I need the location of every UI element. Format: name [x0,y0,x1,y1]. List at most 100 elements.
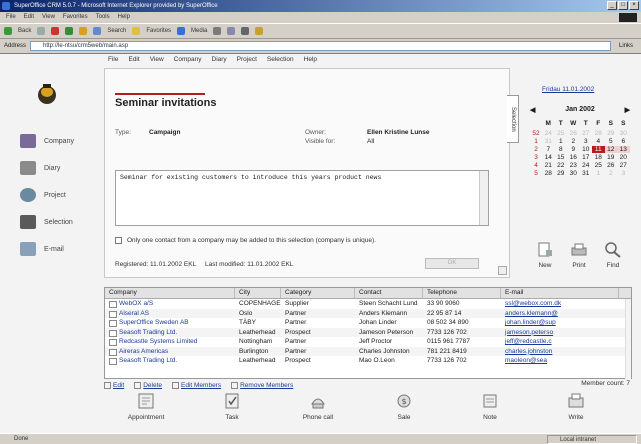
app-menu-project[interactable]: Project [237,56,257,63]
col-email[interactable]: E-mail [501,288,619,298]
app-menu-view[interactable]: View [150,56,164,63]
cell-company[interactable]: Aireras Americas [105,347,235,357]
week-number[interactable]: 3 [530,154,542,161]
app-menu-file[interactable]: File [108,56,118,63]
calendar-day[interactable]: 3 [580,138,593,145]
calendar-day[interactable]: 8 [555,146,568,153]
calendar-day[interactable]: 7 [542,146,555,153]
description-field[interactable]: Seminar for existing customers to introd… [115,170,489,226]
calendar-day[interactable]: 31 [580,170,593,177]
table-row[interactable]: SuperOffice Sweden AB TÄBY Partner Johan Li… [105,318,631,328]
menu-view[interactable]: View [42,12,55,23]
col-contact[interactable]: Contact [355,288,423,298]
nav-email[interactable]: E-mail [20,242,64,256]
app-menu-help[interactable]: Help [304,56,317,63]
delete-link[interactable]: Delete [134,382,162,389]
calendar-day[interactable]: 17 [580,154,593,161]
calendar-day[interactable]: 12 [604,146,617,153]
menu-file[interactable]: File [6,12,16,23]
week-number[interactable]: 4 [530,162,542,169]
calendar-day[interactable]: 23 [567,162,580,169]
back-icon[interactable] [4,27,12,35]
calendar-day[interactable]: 19 [605,154,618,161]
menu-help[interactable]: Help [118,12,130,23]
calendar-day[interactable]: 24 [580,162,593,169]
calendar-day[interactable]: 29 [555,170,568,177]
calendar-day[interactable]: 30 [617,130,630,137]
cell-email[interactable]: johan.linder@sup [501,318,619,328]
calendar-day[interactable]: 31 [542,138,555,145]
calendar-day[interactable]: 22 [555,162,568,169]
cell-email[interactable]: maoleon@sea [501,356,619,366]
edit-link[interactable]: Edit [104,382,124,389]
stop-icon[interactable] [51,27,60,35]
write-button[interactable]: Write [546,392,606,421]
maximize-icon[interactable]: □ [618,1,628,10]
calendar-day[interactable]: 13 [617,146,630,153]
unique-company-checkbox[interactable] [115,237,122,244]
media-icon[interactable] [177,27,186,35]
table-row[interactable]: Alseral AS Oslo Partner Anders Klemann 22 95… [105,308,631,319]
cell-company[interactable]: Alseral AS [105,309,235,319]
cell-email[interactable]: charles.johnston [501,347,619,357]
description-scrollbar[interactable] [479,171,488,225]
close-icon[interactable]: × [629,1,639,10]
nav-project[interactable]: Project [20,188,66,202]
folder-icon[interactable] [255,27,264,35]
table-row[interactable]: Seasoft Trading Ltd. Leatherhead Prospect J… [105,327,631,338]
week-number[interactable]: 2 [530,146,542,153]
back-button[interactable]: Back [18,28,31,34]
forward-icon[interactable] [37,27,46,35]
calendar-day[interactable]: 24 [542,130,555,137]
calendar-day[interactable]: 27 [580,130,593,137]
calendar-day[interactable]: 1 [592,170,605,177]
calendar-day[interactable]: 11 [592,146,605,153]
nav-selection[interactable]: Selection [20,215,73,229]
links-button[interactable]: Links [619,43,641,49]
search-button[interactable]: Search [107,28,126,34]
print-button[interactable]: Print [570,242,588,269]
phone-call-button[interactable]: Phone call [288,392,348,421]
calendar-day[interactable]: 6 [617,138,630,145]
owner-value[interactable]: Ellen Kristine Lunse [367,129,430,136]
week-number[interactable]: 5 [530,170,542,177]
unique-company-option[interactable]: Only one contact from a company may be a… [115,237,376,244]
cell-company[interactable]: SuperOffice Sweden AB [105,318,235,328]
find-button[interactable]: Find [604,242,622,269]
favorites-button[interactable]: Favorites [146,28,171,34]
calendar-day[interactable]: 25 [555,130,568,137]
home-icon[interactable] [79,27,88,35]
calendar-day[interactable]: 1 [555,138,568,145]
favorites-icon[interactable] [132,27,141,35]
calendar-day[interactable]: 25 [592,162,605,169]
calendar-day[interactable]: 4 [592,138,605,145]
cell-company[interactable]: WebOX a/S [105,299,235,309]
calendar-day[interactable]: 2 [605,170,618,177]
visible-value[interactable]: All [367,138,374,145]
next-month-icon[interactable]: ▶ [625,106,630,114]
cell-email[interactable]: jameson.peterso [501,328,619,338]
cell-email[interactable]: jeff@redcastle.c [501,337,619,347]
cell-email[interactable]: ssl@webox.com.dk [501,299,619,309]
search-icon[interactable] [93,27,102,35]
table-row[interactable]: Aireras Americas Burlington Partner Charles… [105,346,631,357]
col-category[interactable]: Category [281,288,355,298]
cell-company[interactable]: Seasoft Trading Ltd. [105,356,235,366]
cell-company[interactable]: Redcastle Systems Limited [105,337,235,347]
calendar-day[interactable]: 18 [592,154,605,161]
table-scrollbar[interactable] [625,299,631,379]
print-toolbar-icon[interactable] [241,27,250,35]
table-row[interactable]: WebOX a/S COPENHAGEN Supplier Steen Schacht… [105,299,631,309]
edit-members-link[interactable]: Edit Members [172,382,221,389]
cell-email[interactable]: anders.klemann@ [501,309,619,319]
calendar-day[interactable]: 27 [617,162,630,169]
col-company[interactable]: Company [105,288,235,298]
resize-grip[interactable] [498,266,507,275]
col-telephone[interactable]: Telephone [423,288,501,298]
menu-tools[interactable]: Tools [96,12,110,23]
calendar-day[interactable]: 5 [605,138,618,145]
calendar-day[interactable]: 10 [580,146,593,153]
app-menu-company[interactable]: Company [174,56,202,63]
new-button[interactable]: New [536,242,554,269]
app-menu-edit[interactable]: Edit [128,56,139,63]
